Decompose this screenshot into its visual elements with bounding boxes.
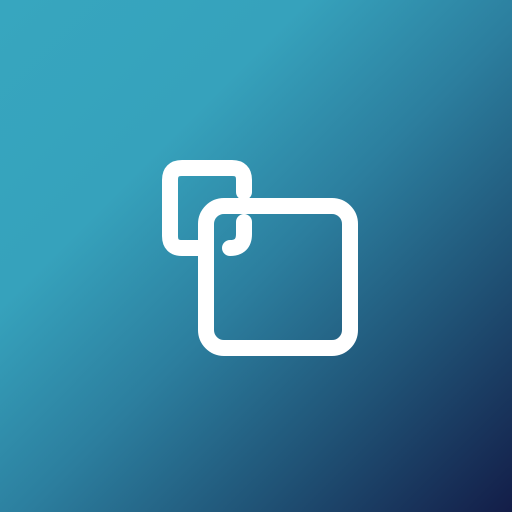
- app-icon-tile: [0, 0, 512, 512]
- copy-icon: [0, 0, 512, 512]
